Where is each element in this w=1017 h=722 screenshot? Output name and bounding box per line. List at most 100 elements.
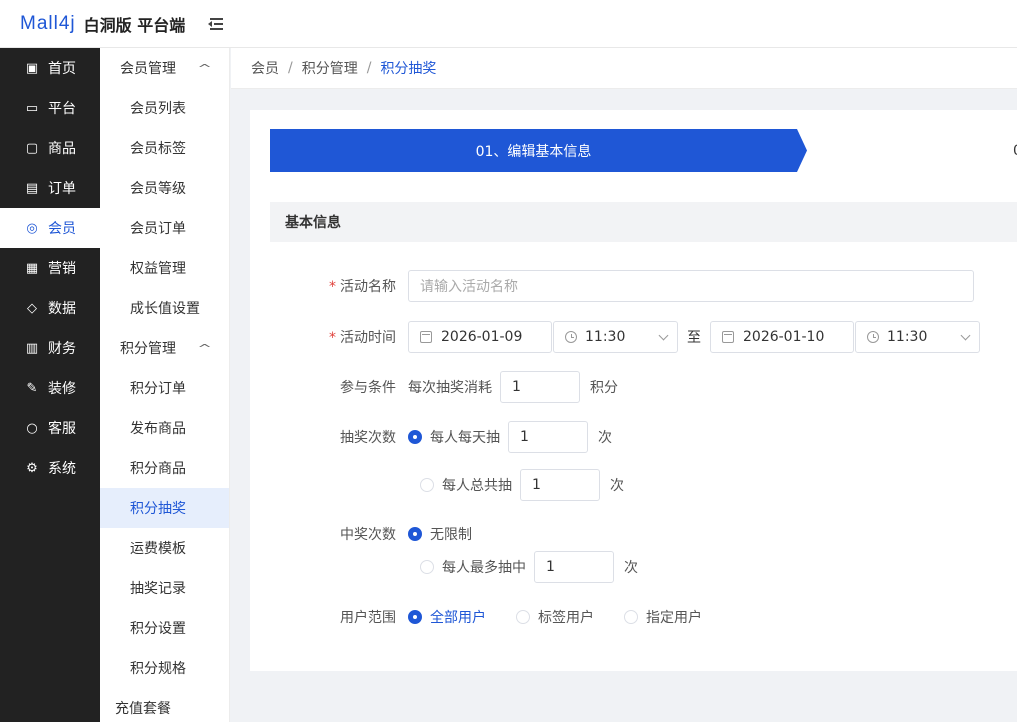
step-next: 0	[803, 129, 1017, 172]
step-indicator: 01、编辑基本信息 0	[270, 129, 1017, 172]
order-icon: ▤	[25, 180, 39, 196]
collapse-menu-icon[interactable]	[207, 16, 225, 32]
menu-item-label: 会员标签	[130, 141, 186, 157]
nav-item-8[interactable]: ✎ 装修	[0, 368, 100, 408]
brush-icon: ✎	[26, 380, 38, 396]
daily-draws-input[interactable]: 1	[508, 421, 588, 453]
menu-group-member-management[interactable]: 会员管理 ^	[100, 48, 229, 88]
radio-all-users[interactable]: 全部用户	[408, 607, 486, 627]
logo: Mall4j	[20, 12, 76, 34]
start-date-value: 2026-01-09	[441, 329, 523, 345]
radio-checked	[408, 527, 422, 541]
menu-item[interactable]: 会员订单	[100, 208, 229, 248]
nav-item-label: 订单	[48, 181, 76, 197]
win-count-max-row: 每人最多抽中 1 次	[408, 551, 638, 583]
activity-name-row: * 活动名称 请输入活动名称	[250, 270, 974, 302]
nav-item-6[interactable]: ◇ 数据	[0, 288, 100, 328]
activity-time-row: * 活动时间 2026-01-09 11:30 至 2026-01-10 11:3…	[250, 321, 980, 353]
menu-item-recharge-package[interactable]: 充值套餐	[100, 688, 229, 722]
radio-label: 无限制	[430, 527, 472, 543]
radio-label: 标签用户	[538, 610, 594, 626]
menu-item-label: 运费模板	[130, 541, 186, 557]
menu-item[interactable]: 抽奖记录	[100, 568, 229, 608]
primary-sidebar: ▣ 首页 ▭ 平台 ▢ 商品 ▤ 订单 ◎ 会员 ▦ 营销 ◇ 数据 ▥ 财务 ✎ 装修 ○ 客服 ⚙ 系统	[0, 48, 100, 722]
menu-item[interactable]: 成长值设置	[100, 288, 229, 328]
label-text: 活动时间	[340, 330, 396, 346]
radio-label: 每人每天抽	[430, 430, 500, 446]
nav-item-10[interactable]: ⚙ 系统	[0, 448, 100, 488]
menu-item[interactable]: 发布商品	[100, 408, 229, 448]
box-icon: ▢	[25, 140, 39, 156]
nav-item-label: 装修	[48, 381, 76, 397]
breadcrumb-item[interactable]: 积分管理	[302, 58, 358, 78]
nav-item-label: 平台	[48, 101, 76, 117]
radio-tag-users[interactable]: 标签用户	[516, 607, 594, 627]
end-time-select[interactable]: 11:30	[855, 321, 980, 353]
activity-name-label: * 活动名称	[250, 276, 408, 296]
menu-item[interactable]: 积分抽奖	[100, 488, 229, 528]
monitor-icon: ▭	[25, 100, 39, 116]
radio-daily[interactable]: 每人每天抽	[408, 427, 500, 447]
nav-item-label: 数据	[48, 301, 76, 317]
nav-item-5[interactable]: ▦ 营销	[0, 248, 100, 288]
menu-group-points-management[interactable]: 积分管理 ^	[100, 328, 229, 368]
draw-count-total-row: 每人总共抽 1 次	[408, 469, 624, 501]
menu-item-label: 充值套餐	[115, 701, 171, 717]
nav-item-4[interactable]: ◎ 会员	[0, 208, 100, 248]
step-basic-info: 01、编辑基本信息	[270, 129, 807, 172]
step-label: 0	[1013, 143, 1017, 159]
menu-item[interactable]: 会员标签	[100, 128, 229, 168]
activity-time-label: * 活动时间	[250, 327, 408, 347]
radio-unchecked	[420, 478, 434, 492]
nav-item-0[interactable]: ▣ 首页	[0, 48, 100, 88]
radio-specific-users[interactable]: 指定用户	[624, 607, 702, 627]
menu-item[interactable]: 会员列表	[100, 88, 229, 128]
clock-icon	[867, 331, 879, 343]
menu-item[interactable]: 积分规格	[100, 648, 229, 688]
radio-total[interactable]: 每人总共抽	[420, 475, 512, 495]
top-bar: Mall4j 白洞版 平台端	[0, 0, 1017, 48]
menu-item[interactable]: 积分订单	[100, 368, 229, 408]
gear-icon: ⚙	[26, 460, 38, 476]
start-time-select[interactable]: 11:30	[553, 321, 678, 353]
section-title: 基本信息	[270, 202, 1017, 242]
menu-item[interactable]: 会员等级	[100, 168, 229, 208]
nav-item-2[interactable]: ▢ 商品	[0, 128, 100, 168]
menu-item[interactable]: 权益管理	[100, 248, 229, 288]
chat-icon: ○	[26, 420, 38, 436]
nav-item-label: 商品	[48, 141, 76, 157]
menu-item-label: 会员等级	[130, 181, 186, 197]
breadcrumb-item[interactable]: 会员	[251, 58, 279, 78]
radio-unchecked	[420, 560, 434, 574]
menu-item[interactable]: 积分商品	[100, 448, 229, 488]
radio-max-wins[interactable]: 每人最多抽中	[420, 557, 526, 577]
chevron-up-icon: ^	[197, 341, 212, 355]
max-wins-input[interactable]: 1	[534, 551, 614, 583]
radio-unchecked	[624, 610, 638, 624]
menu-item[interactable]: 积分设置	[100, 608, 229, 648]
menu-item-label: 积分抽奖	[130, 501, 186, 517]
nav-item-9[interactable]: ○ 客服	[0, 408, 100, 448]
menu-item-label: 积分规格	[130, 661, 186, 677]
menu-group-label: 会员管理	[120, 61, 176, 77]
menu-item-label: 会员订单	[130, 221, 186, 237]
times-unit: 次	[624, 560, 638, 576]
nav-item-3[interactable]: ▤ 订单	[0, 168, 100, 208]
menu-item-label: 成长值设置	[130, 301, 200, 317]
menu-item-label: 抽奖记录	[130, 581, 186, 597]
chevron-up-icon: ^	[197, 61, 212, 75]
breadcrumb-separator: /	[366, 60, 372, 76]
activity-name-input[interactable]: 请输入活动名称	[408, 270, 974, 302]
radio-unlimited[interactable]: 无限制	[408, 524, 472, 544]
user-scope-row: 用户范围 全部用户 标签用户 指定用户	[250, 607, 732, 627]
draw-count-row: 抽奖次数 每人每天抽 1 次	[250, 421, 612, 453]
start-date-picker[interactable]: 2026-01-09	[408, 321, 552, 353]
nav-item-7[interactable]: ▥ 财务	[0, 328, 100, 368]
end-date-picker[interactable]: 2026-01-10	[710, 321, 854, 353]
total-draws-input[interactable]: 1	[520, 469, 600, 501]
nav-item-1[interactable]: ▭ 平台	[0, 88, 100, 128]
points-cost-input[interactable]: 1	[500, 371, 580, 403]
menu-item[interactable]: 运费模板	[100, 528, 229, 568]
menu-item-label: 积分订单	[130, 381, 186, 397]
breadcrumb-current: 积分抽奖	[380, 61, 437, 77]
